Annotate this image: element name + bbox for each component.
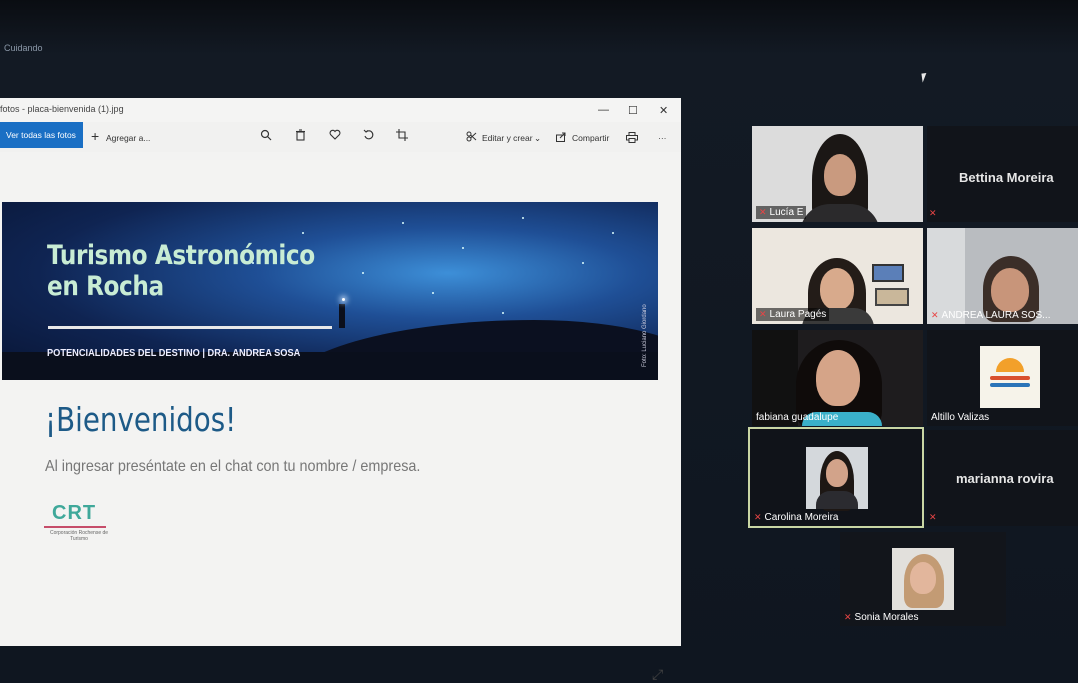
minimize-button[interactable]: — bbox=[598, 104, 609, 116]
participant-tile-fabiana[interactable]: fabiana guadalupe bbox=[752, 330, 923, 426]
view-all-photos-button[interactable]: Ver todas las fotos bbox=[0, 122, 83, 148]
crop-icon[interactable] bbox=[396, 129, 408, 141]
plus-icon: + bbox=[91, 128, 100, 144]
banner-subtitle: POTENCIALIDADES DEL DESTINO | DRA. ANDRE… bbox=[47, 347, 301, 359]
banner-image: Turismo Astronómico en Rocha POTENCIALID… bbox=[2, 202, 658, 380]
welcome-heading: ¡Bienvenidos! bbox=[45, 400, 237, 439]
muted-mic-icon: ✕ bbox=[931, 310, 939, 320]
participant-name: ✕ Laura Pagés bbox=[756, 308, 830, 321]
share-button[interactable]: Compartir bbox=[572, 133, 609, 143]
window-title: fotos - placa-bienvenida (1).jpg bbox=[0, 104, 124, 114]
stargazer-silhouette bbox=[339, 304, 345, 328]
muted-mic-icon: ✕ bbox=[759, 309, 767, 319]
muted-mic-icon: ✕ bbox=[759, 207, 767, 217]
more-options-button[interactable]: ··· bbox=[658, 133, 667, 143]
participant-tile-laura[interactable]: ✕ Laura Pagés bbox=[752, 228, 923, 324]
maximize-button[interactable]: ☐ bbox=[628, 104, 638, 117]
crt-logo: CRT Corporación Rochense de Turismo bbox=[44, 502, 114, 542]
muted-mic-icon: ✕ bbox=[929, 512, 937, 522]
add-to-button[interactable]: Agregar a... bbox=[106, 133, 150, 143]
zoom-icon[interactable] bbox=[260, 129, 272, 141]
delete-icon[interactable] bbox=[295, 129, 306, 141]
expand-icon[interactable]: ⤢ bbox=[652, 666, 663, 683]
participant-name: ✕ Sonia Morales bbox=[844, 612, 919, 623]
carolina-avatar bbox=[806, 447, 868, 511]
print-icon[interactable] bbox=[626, 132, 638, 143]
top-label: Cuidando bbox=[4, 43, 43, 53]
favorite-heart-icon[interactable] bbox=[329, 129, 341, 140]
participant-name: fabiana guadalupe bbox=[756, 412, 839, 423]
participant-name: ✕ Lucía E bbox=[756, 206, 807, 219]
participant-name: Bettina Moreira bbox=[959, 170, 1054, 185]
participant-tile-carolina[interactable]: ✕ Carolina Moreira bbox=[748, 427, 924, 528]
banner-title: Turismo Astronómico en Rocha bbox=[47, 240, 315, 302]
edit-create-button[interactable]: Editar y crear bbox=[482, 133, 533, 143]
toolbar: Ver todas las fotos + Agregar a... Edita… bbox=[0, 122, 681, 152]
rotate-icon[interactable] bbox=[363, 129, 375, 141]
participant-name: ✕ ANDREA LAURA SOS... bbox=[931, 310, 1051, 321]
participant-tile-bettina[interactable]: Bettina Moreira ✕ bbox=[927, 126, 1078, 222]
participant-name: ✕ Carolina Moreira bbox=[754, 512, 839, 523]
mouse-cursor-icon bbox=[921, 72, 932, 83]
welcome-instruction: Al ingresar preséntate en el chat con tu… bbox=[45, 458, 421, 475]
participant-tile-andrea[interactable]: ✕ ANDREA LAURA SOS... bbox=[927, 228, 1078, 324]
muted-mic-icon: ✕ bbox=[844, 612, 852, 622]
participant-tile-sonia[interactable]: ✕ Sonia Morales bbox=[840, 532, 1006, 626]
participant-tile-altillo[interactable]: Altillo Valizas bbox=[927, 330, 1078, 426]
muted-mic-icon: ✕ bbox=[929, 208, 937, 218]
banner-divider bbox=[48, 326, 332, 329]
sonia-avatar bbox=[892, 548, 954, 610]
photo-credit: Foto: Luciano Giordano bbox=[642, 304, 648, 367]
participant-name: Altillo Valizas bbox=[931, 412, 990, 423]
altillo-logo bbox=[980, 346, 1040, 408]
edit-create-icon bbox=[466, 131, 477, 142]
title-bar: fotos - placa-bienvenida (1).jpg — ☐ ✕ bbox=[0, 98, 681, 122]
participant-name: marianna rovira bbox=[956, 471, 1054, 486]
share-icon bbox=[556, 132, 567, 142]
photos-window: fotos - placa-bienvenida (1).jpg — ☐ ✕ V… bbox=[0, 98, 681, 682]
close-button[interactable]: ✕ bbox=[659, 104, 668, 117]
participant-tile-marianna[interactable]: marianna rovira ✕ bbox=[927, 430, 1078, 526]
screen: Cuidando fotos - placa-bienvenida (1).jp… bbox=[0, 0, 1078, 683]
welcome-slide-image: Turismo Astronómico en Rocha POTENCIALID… bbox=[0, 152, 681, 646]
muted-mic-icon: ✕ bbox=[754, 512, 762, 522]
chevron-down-icon[interactable]: ⌄ bbox=[534, 133, 541, 144]
participant-tile-lucia[interactable]: ✕ Lucía E bbox=[752, 126, 923, 222]
